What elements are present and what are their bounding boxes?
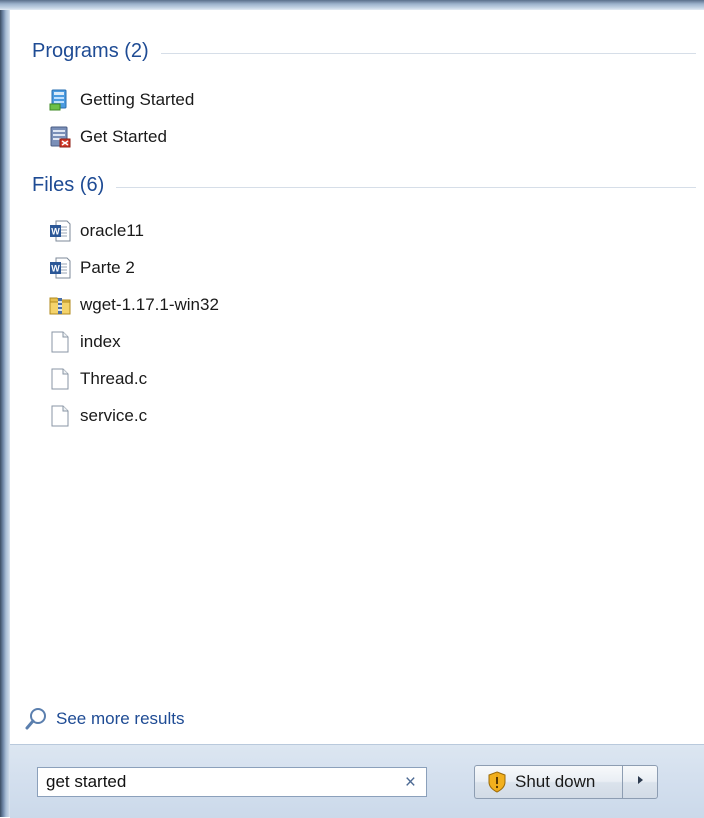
file-item-label: oracle11	[80, 221, 144, 240]
word-document-icon: W	[48, 256, 72, 280]
word-document-icon: W	[48, 219, 72, 243]
svg-text:W: W	[51, 227, 60, 237]
get-started-app-icon	[48, 125, 72, 149]
programs-group-header[interactable]: Programs (2)	[32, 38, 696, 64]
program-item-getting-started[interactable]: Getting Started	[48, 85, 308, 115]
file-item-label: Parte 2	[80, 258, 135, 277]
file-item-service-c[interactable]: service.c	[48, 401, 308, 431]
file-item-label: Thread.c	[80, 369, 148, 388]
program-item-label: Getting Started	[80, 90, 195, 109]
file-item-index[interactable]: index	[48, 327, 308, 357]
see-more-results-label: See more results	[56, 709, 185, 728]
blank-file-icon	[48, 404, 72, 428]
file-item-thread-c[interactable]: Thread.c	[48, 364, 308, 394]
search-icon	[24, 707, 48, 731]
window-frame-top	[0, 0, 704, 10]
shield-icon	[487, 771, 507, 793]
group-divider	[160, 52, 696, 54]
shut-down-options-button[interactable]	[622, 765, 658, 799]
files-group-header[interactable]: Files (6)	[32, 172, 696, 198]
clear-search-icon[interactable]: ×	[405, 771, 416, 795]
program-item-label: Get Started	[80, 127, 167, 146]
window-frame-left	[0, 0, 10, 817]
group-divider	[116, 186, 696, 188]
file-item-parte-2[interactable]: W Parte 2	[48, 253, 308, 283]
file-item-oracle11[interactable]: W oracle11	[48, 216, 308, 246]
search-box[interactable]: ×	[37, 767, 427, 797]
shut-down-button[interactable]: Shut down	[474, 765, 622, 799]
blank-file-icon	[48, 330, 72, 354]
start-menu-bottom-bar: × Shut down	[10, 744, 704, 818]
file-item-wget[interactable]: wget-1.17.1-win32	[48, 290, 308, 320]
program-item-get-started[interactable]: Get Started	[48, 122, 308, 152]
zip-folder-icon	[48, 293, 72, 317]
search-input[interactable]	[46, 768, 386, 796]
file-item-label: index	[80, 332, 121, 351]
file-item-label: wget-1.17.1-win32	[80, 295, 219, 314]
see-more-results-link[interactable]: See more results	[24, 704, 185, 734]
blank-file-icon	[48, 367, 72, 391]
programs-group-title: Programs (2)	[32, 39, 149, 62]
svg-text:W: W	[51, 264, 60, 274]
file-item-label: service.c	[80, 406, 148, 425]
search-results-pane: Programs (2) Getting Started Get Started…	[10, 10, 704, 744]
shut-down-label: Shut down	[515, 772, 596, 791]
chevron-right-icon	[635, 773, 645, 791]
getting-started-icon	[48, 88, 72, 112]
files-group-title: Files (6)	[32, 173, 105, 196]
